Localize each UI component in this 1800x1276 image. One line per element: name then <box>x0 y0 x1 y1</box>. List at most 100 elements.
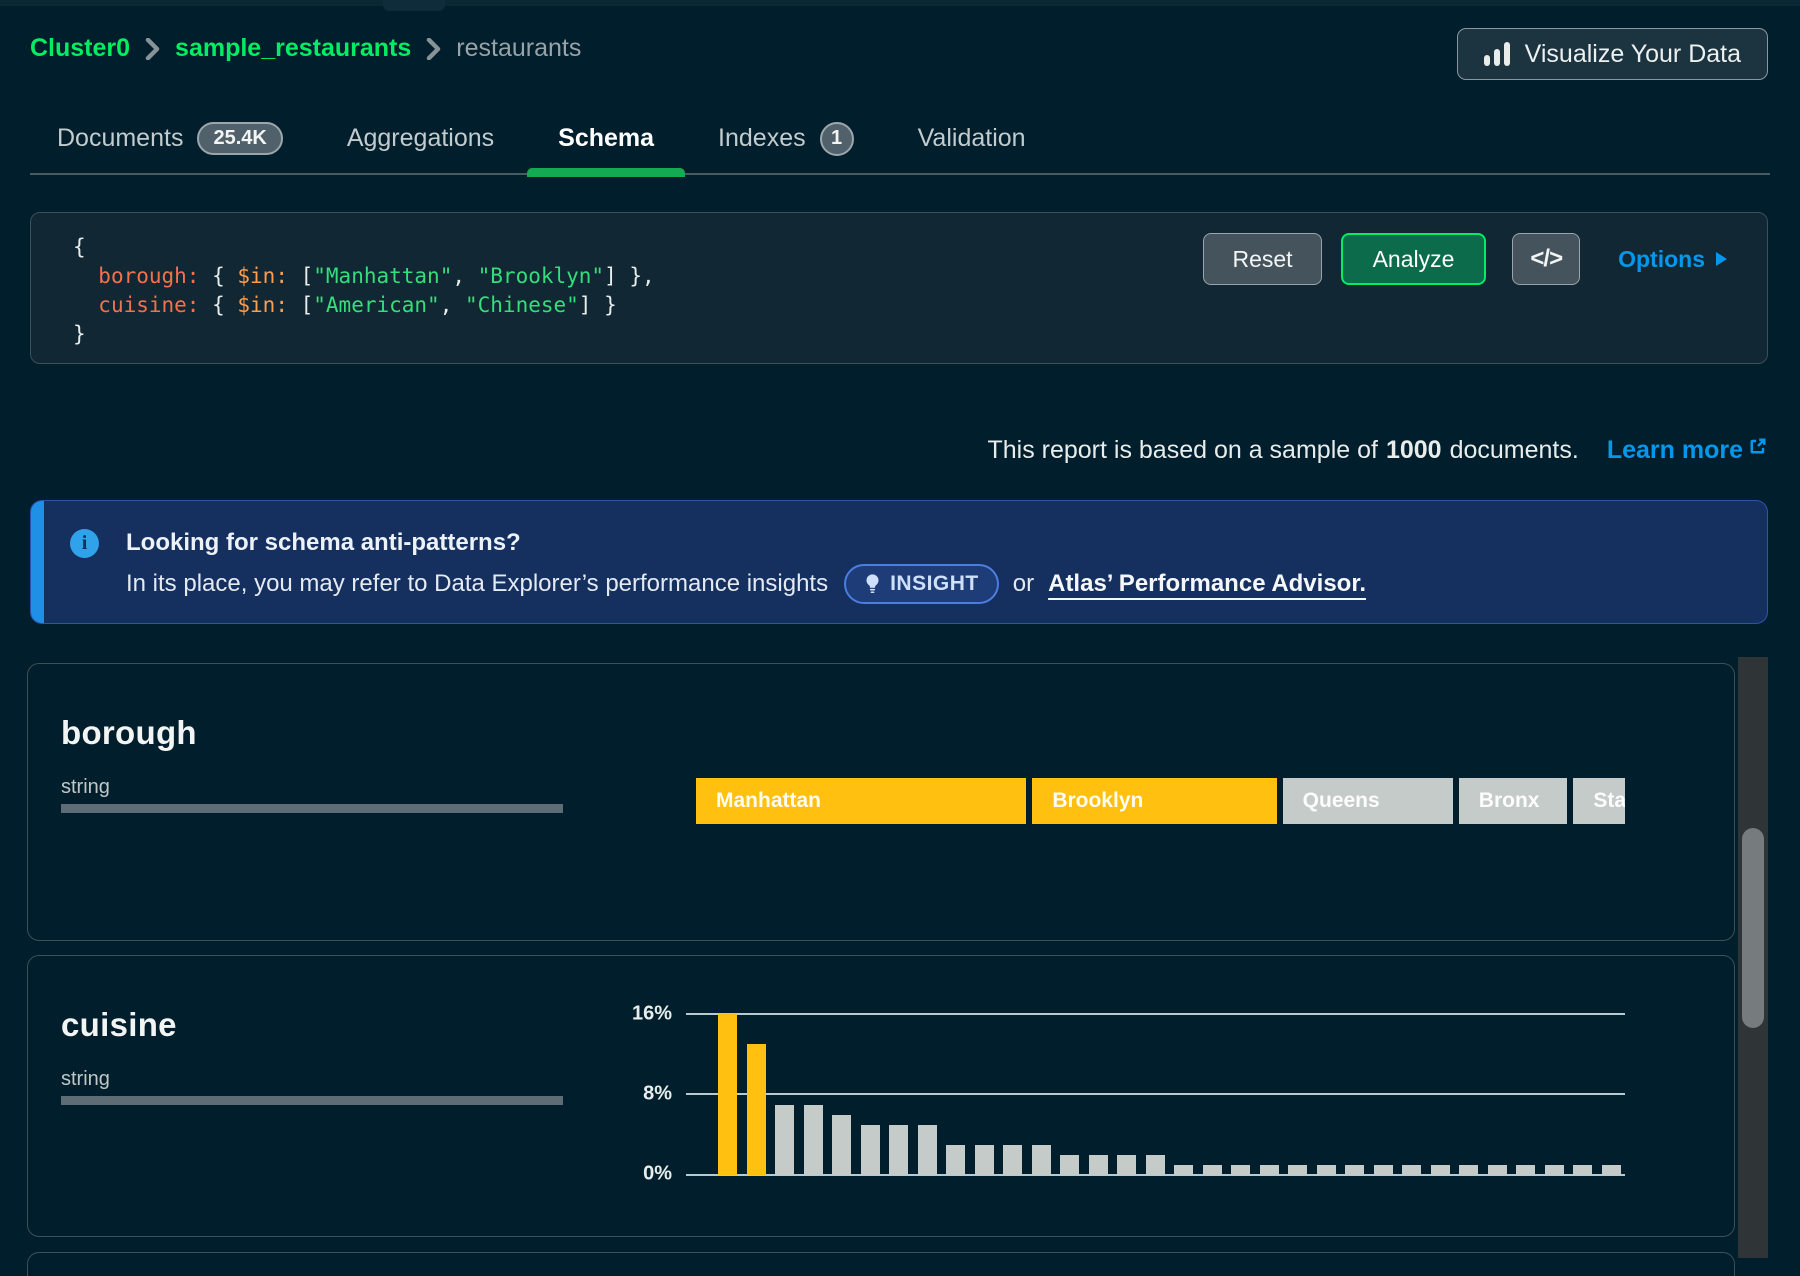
borough-bar-brooklyn[interactable]: Brooklyn <box>1032 778 1276 824</box>
tab-schema[interactable]: Schema <box>558 102 654 175</box>
visualize-button-label: Visualize Your Data <box>1525 40 1741 69</box>
y-axis-tick-0: 0% <box>602 1163 672 1186</box>
cuisine-bar-6[interactable] <box>861 1125 880 1175</box>
tab-documents[interactable]: Documents 25.4K <box>57 102 283 175</box>
tabs-divider <box>30 173 1770 175</box>
chevron-right-icon <box>426 38 441 60</box>
cuisine-bar-20[interactable] <box>1260 1165 1279 1175</box>
borough-bar-queens[interactable]: Queens <box>1283 778 1453 824</box>
breadcrumb: Cluster0 sample_restaurants restaurants <box>30 34 581 63</box>
borough-bar-staten-island[interactable]: Staten Island <box>1573 778 1625 824</box>
next-field-card-partial <box>27 1252 1735 1276</box>
cuisine-bar-9[interactable] <box>946 1145 965 1175</box>
sample-report-note: This report is based on a sample of 1000… <box>987 436 1768 465</box>
borough-bar-bronx[interactable]: Bronx <box>1459 778 1568 824</box>
cuisine-bar-26[interactable] <box>1431 1165 1450 1175</box>
performance-advisor-link[interactable]: Atlas’ Performance Advisor. <box>1048 570 1366 598</box>
tab-schema-label: Schema <box>558 124 654 153</box>
sample-note-text: This report is based on a sample of <box>987 436 1377 465</box>
analyze-button[interactable]: Analyze <box>1341 233 1487 285</box>
borough-bar-manhattan[interactable]: Manhattan <box>696 778 1026 824</box>
learn-more-link[interactable]: Learn more <box>1607 436 1768 465</box>
field-card-borough: borough string Manhattan BrooklynQueensBr… <box>27 663 1735 941</box>
field-card-cuisine: cuisine string 16% 8% 0% <box>27 955 1735 1237</box>
tab-validation-label: Validation <box>918 124 1026 153</box>
cuisine-bar-4[interactable] <box>804 1105 823 1175</box>
tab-aggregations-label: Aggregations <box>347 124 494 153</box>
vertical-scrollbar-thumb[interactable] <box>1742 828 1764 1028</box>
bar-label: Manhattan <box>716 789 821 813</box>
query-code[interactable]: { borough: { $in: ["Manhattan", "Brookly… <box>73 233 655 349</box>
tab-validation[interactable]: Validation <box>918 102 1026 175</box>
cuisine-bar-14[interactable] <box>1089 1155 1108 1175</box>
options-toggle[interactable]: Options <box>1618 246 1727 273</box>
sample-count: 1000 <box>1386 436 1442 465</box>
options-label: Options <box>1618 246 1705 273</box>
external-link-icon <box>1748 436 1768 456</box>
cuisine-bar-12[interactable] <box>1032 1145 1051 1175</box>
field-type-label[interactable]: string <box>61 776 110 799</box>
cuisine-bar-16[interactable] <box>1146 1155 1165 1175</box>
query-actions: Reset Analyze </> Options <box>1203 233 1727 285</box>
cuisine-bar-18[interactable] <box>1203 1165 1222 1175</box>
cuisine-bar-29[interactable] <box>1516 1165 1535 1175</box>
borough-distribution-chart: Manhattan BrooklynQueensBronx Staten Islan… <box>696 778 1625 824</box>
breadcrumb-cluster[interactable]: Cluster0 <box>30 34 130 63</box>
banner-body: In its place, you may refer to Data Expl… <box>126 563 1366 605</box>
cuisine-bar-24[interactable] <box>1374 1165 1393 1175</box>
cuisine-bar-10[interactable] <box>975 1145 994 1175</box>
cuisine-bar-28[interactable] <box>1488 1165 1507 1175</box>
cuisine-bar-8[interactable] <box>918 1125 937 1175</box>
cuisine-bar-3[interactable] <box>775 1105 794 1175</box>
chevron-right-icon <box>145 38 160 60</box>
info-icon: i <box>70 529 99 558</box>
cuisine-bar-19[interactable] <box>1231 1165 1250 1175</box>
cuisine-bar-13[interactable] <box>1060 1155 1079 1175</box>
reset-button[interactable]: Reset <box>1203 233 1321 285</box>
field-type-label[interactable]: string <box>61 1068 110 1091</box>
banner-title: Looking for schema anti-patterns? <box>126 529 521 557</box>
cuisine-bar-32[interactable] <box>1602 1165 1621 1175</box>
vertical-scrollbar-track[interactable] <box>1738 657 1768 1258</box>
schema-anti-patterns-banner: i Looking for schema anti-patterns? In i… <box>30 500 1768 624</box>
cuisine-bar-21[interactable] <box>1288 1165 1307 1175</box>
field-name-cuisine: cuisine <box>61 1006 177 1044</box>
bar-label: Staten Island <box>1593 789 1625 813</box>
cuisine-bar-17[interactable] <box>1174 1165 1193 1175</box>
cuisine-bar-15[interactable] <box>1117 1155 1136 1175</box>
sample-note-suffix: documents. <box>1450 436 1579 465</box>
cuisine-bar-30[interactable] <box>1545 1165 1564 1175</box>
cuisine-bar-7[interactable] <box>889 1125 908 1175</box>
cuisine-bar-31[interactable] <box>1573 1165 1592 1175</box>
visualize-your-data-button[interactable]: Visualize Your Data <box>1457 28 1768 80</box>
banner-body-text: In its place, you may refer to Data Expl… <box>126 570 828 598</box>
field-name-borough: borough <box>61 714 197 752</box>
cuisine-bar-1[interactable] <box>718 1014 737 1175</box>
tab-indexes[interactable]: Indexes 1 <box>718 102 854 175</box>
window-top-edge <box>0 0 1800 6</box>
breadcrumb-database[interactable]: sample_restaurants <box>175 34 411 63</box>
cuisine-frequency-bars <box>718 1013 1630 1175</box>
banner-body-or: or <box>1013 570 1034 598</box>
type-distribution-bar[interactable] <box>61 1096 563 1105</box>
indexes-count-badge: 1 <box>820 122 854 156</box>
cuisine-bar-2[interactable] <box>747 1044 766 1175</box>
insight-badge[interactable]: INSIGHT <box>844 564 999 604</box>
cuisine-bar-22[interactable] <box>1317 1165 1336 1175</box>
bar-chart-icon <box>1484 42 1510 66</box>
y-axis-tick-8: 8% <box>602 1083 672 1106</box>
cuisine-bar-11[interactable] <box>1003 1145 1022 1175</box>
insight-badge-label: INSIGHT <box>890 572 979 596</box>
cuisine-bar-23[interactable] <box>1345 1165 1364 1175</box>
caret-right-icon <box>1716 252 1727 266</box>
export-code-button[interactable]: </> <box>1512 233 1580 285</box>
type-distribution-bar[interactable] <box>61 804 563 813</box>
cuisine-bar-25[interactable] <box>1402 1165 1421 1175</box>
breadcrumb-collection: restaurants <box>456 34 581 63</box>
window-top-notch <box>383 0 445 11</box>
cuisine-bar-27[interactable] <box>1459 1165 1478 1175</box>
cuisine-bar-5[interactable] <box>832 1115 851 1175</box>
tab-aggregations[interactable]: Aggregations <box>347 102 494 175</box>
tab-indexes-label: Indexes <box>718 124 806 153</box>
active-tab-indicator <box>527 168 685 177</box>
